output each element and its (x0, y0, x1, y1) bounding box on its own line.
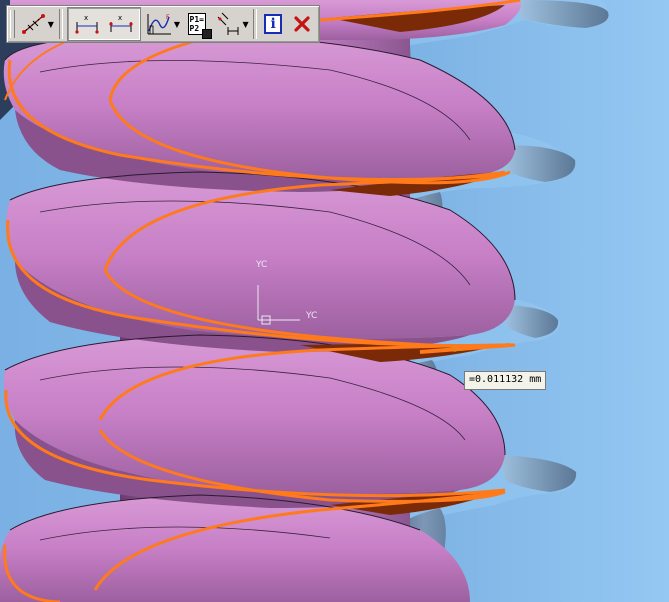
info-glyph: i (270, 16, 276, 32)
svg-text:x: x (84, 14, 88, 22)
distance-x-icon: x (75, 14, 99, 34)
model-viewport[interactable]: YC YC =0.011132 mm (0, 0, 669, 602)
dimension-icon (217, 12, 239, 35)
distance-x-alt-button[interactable]: x (105, 8, 137, 40)
p1-label: P1= (189, 15, 204, 24)
distance-x-button[interactable]: x (71, 8, 103, 40)
distance-group: x x (66, 7, 141, 41)
info-button[interactable]: i (260, 8, 287, 40)
axis-yc-label: YC (256, 260, 268, 270)
chevron-down-icon: ▼ (47, 19, 54, 29)
p2-label: P2 (189, 24, 200, 33)
chevron-down-icon: ▼ (173, 19, 180, 29)
info-icon: i (264, 14, 283, 34)
distance-x-alt-icon: x (109, 14, 133, 32)
svg-text:F: F (166, 14, 170, 21)
close-icon (294, 16, 310, 32)
chevron-down-icon: ▼ (242, 19, 249, 29)
svg-text:x: x (118, 14, 122, 22)
measure-toolbar: ▼ x x F ▼ P1= P2 ▼ i (6, 5, 320, 43)
3d-scene (0, 0, 669, 602)
curve-analysis-icon: F (147, 14, 171, 35)
measurement-readout: =0.011132 mm (464, 371, 547, 390)
curve-analysis-button[interactable]: F ▼ (144, 8, 181, 40)
toolbar-separator (252, 9, 257, 39)
close-button[interactable] (289, 8, 316, 40)
dimension-button[interactable]: ▼ (212, 8, 249, 40)
save-p1-p2-button[interactable]: P1= P2 (183, 8, 212, 40)
measure-points-button[interactable]: ▼ (19, 8, 56, 40)
toolbar-separator (59, 9, 63, 39)
save-p1-p2-icon: P1= P2 (187, 13, 212, 39)
toolbar-grip[interactable] (10, 10, 15, 38)
measure-points-icon (21, 14, 45, 34)
floppy-icon (202, 29, 212, 39)
axis-xc-label: YC (306, 311, 318, 321)
